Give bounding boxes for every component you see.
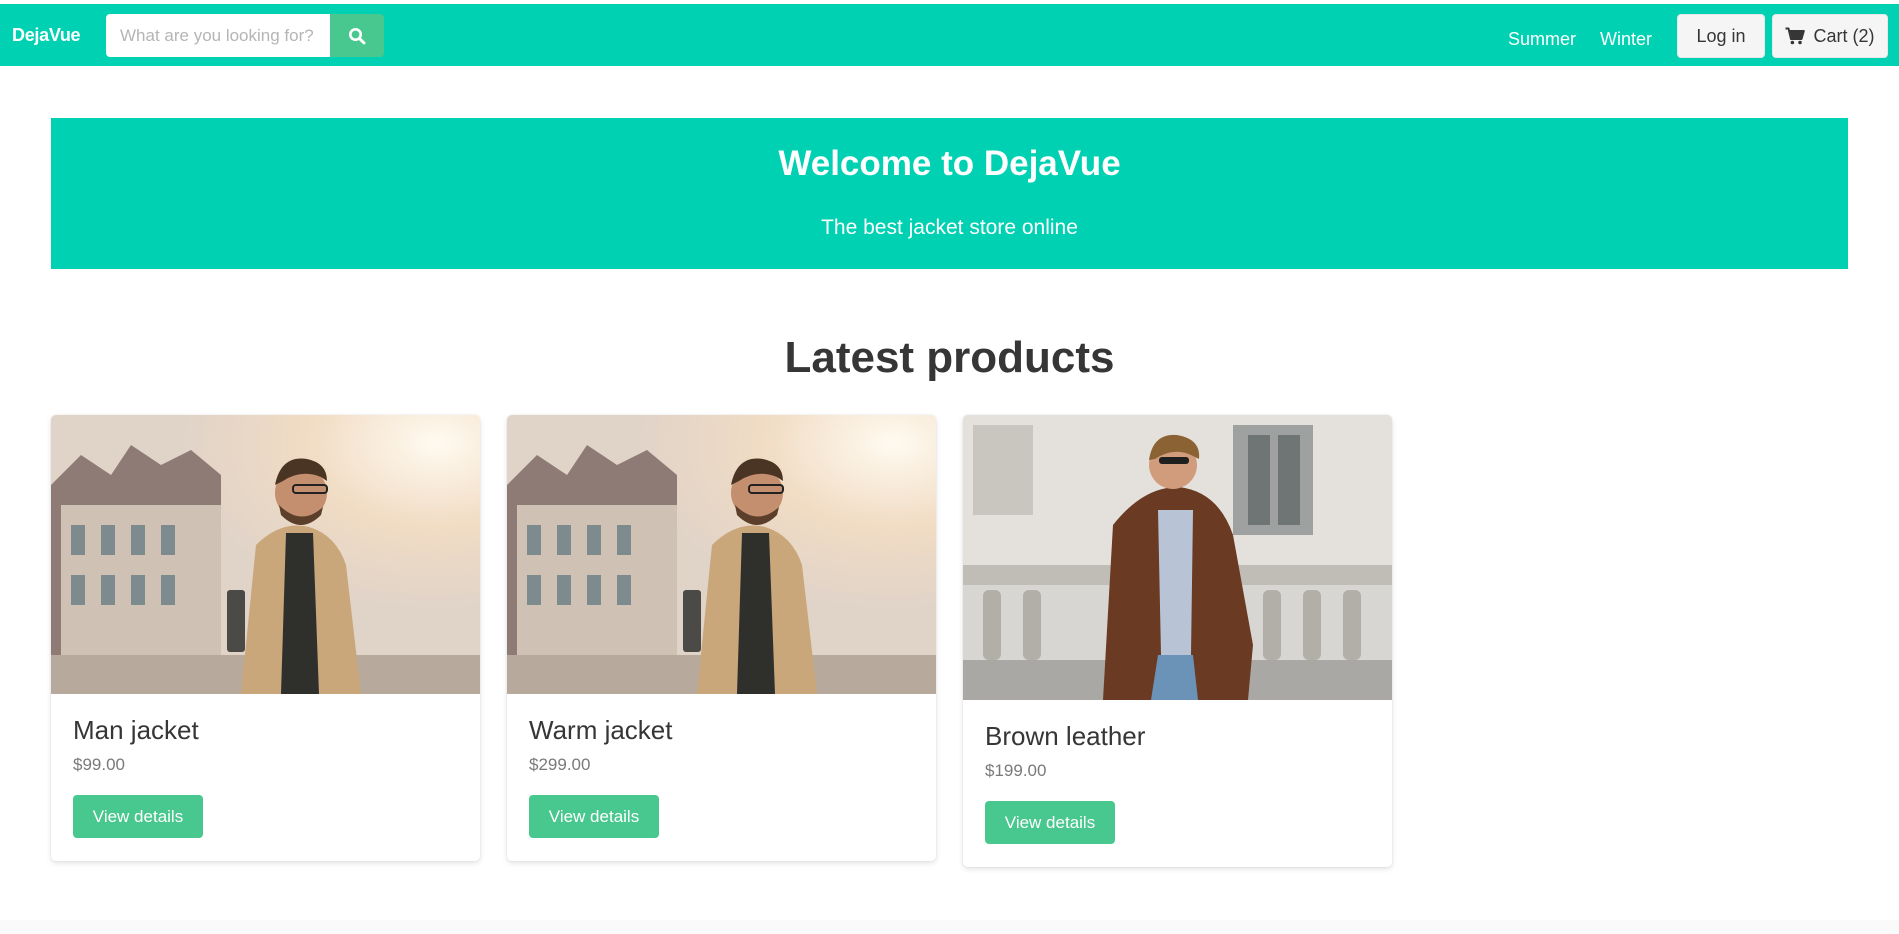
nav-link-summer[interactable]: Summer	[1508, 26, 1576, 52]
product-price: $99.00	[73, 755, 125, 774]
product-name: Man jacket	[73, 715, 199, 745]
footer	[0, 920, 1899, 934]
product-name: Warm jacket	[529, 715, 673, 745]
search-button[interactable]	[330, 14, 384, 57]
product-card-brown-leather: Brown leather $199.00 View details	[963, 415, 1392, 867]
product-image	[507, 415, 936, 694]
cart-icon	[1785, 27, 1806, 45]
hero-title: Welcome to DejaVue	[778, 144, 1121, 183]
hero-banner: Welcome to DejaVue The best jacket store…	[51, 118, 1848, 269]
product-name: Brown leather	[985, 721, 1146, 751]
product-card-man-jacket: Man jacket $99.00 View details	[51, 415, 480, 861]
view-details-button[interactable]: View details	[73, 795, 203, 838]
search-input[interactable]	[106, 14, 330, 57]
section-title: Latest products	[784, 333, 1115, 382]
cart-button[interactable]: Cart (2)	[1772, 14, 1888, 58]
product-price: $299.00	[529, 755, 591, 774]
view-details-button[interactable]: View details	[529, 795, 659, 838]
search-icon	[349, 27, 366, 44]
view-details-button[interactable]: View details	[985, 801, 1115, 844]
product-price: $199.00	[985, 761, 1047, 780]
product-image	[51, 415, 480, 694]
product-card-warm-jacket: Warm jacket $299.00 View details	[507, 415, 936, 861]
login-button[interactable]: Log in	[1677, 14, 1765, 58]
hero-subtitle: The best jacket store online	[821, 216, 1078, 239]
navbar: DejaVue Summer Winter Log in Cart (2)	[0, 4, 1899, 66]
search-form	[106, 14, 384, 57]
brand-logo[interactable]: DejaVue	[12, 22, 81, 48]
product-image	[963, 415, 1392, 700]
cart-label: Cart (2)	[1813, 25, 1875, 46]
nav-link-winter[interactable]: Winter	[1600, 26, 1652, 52]
